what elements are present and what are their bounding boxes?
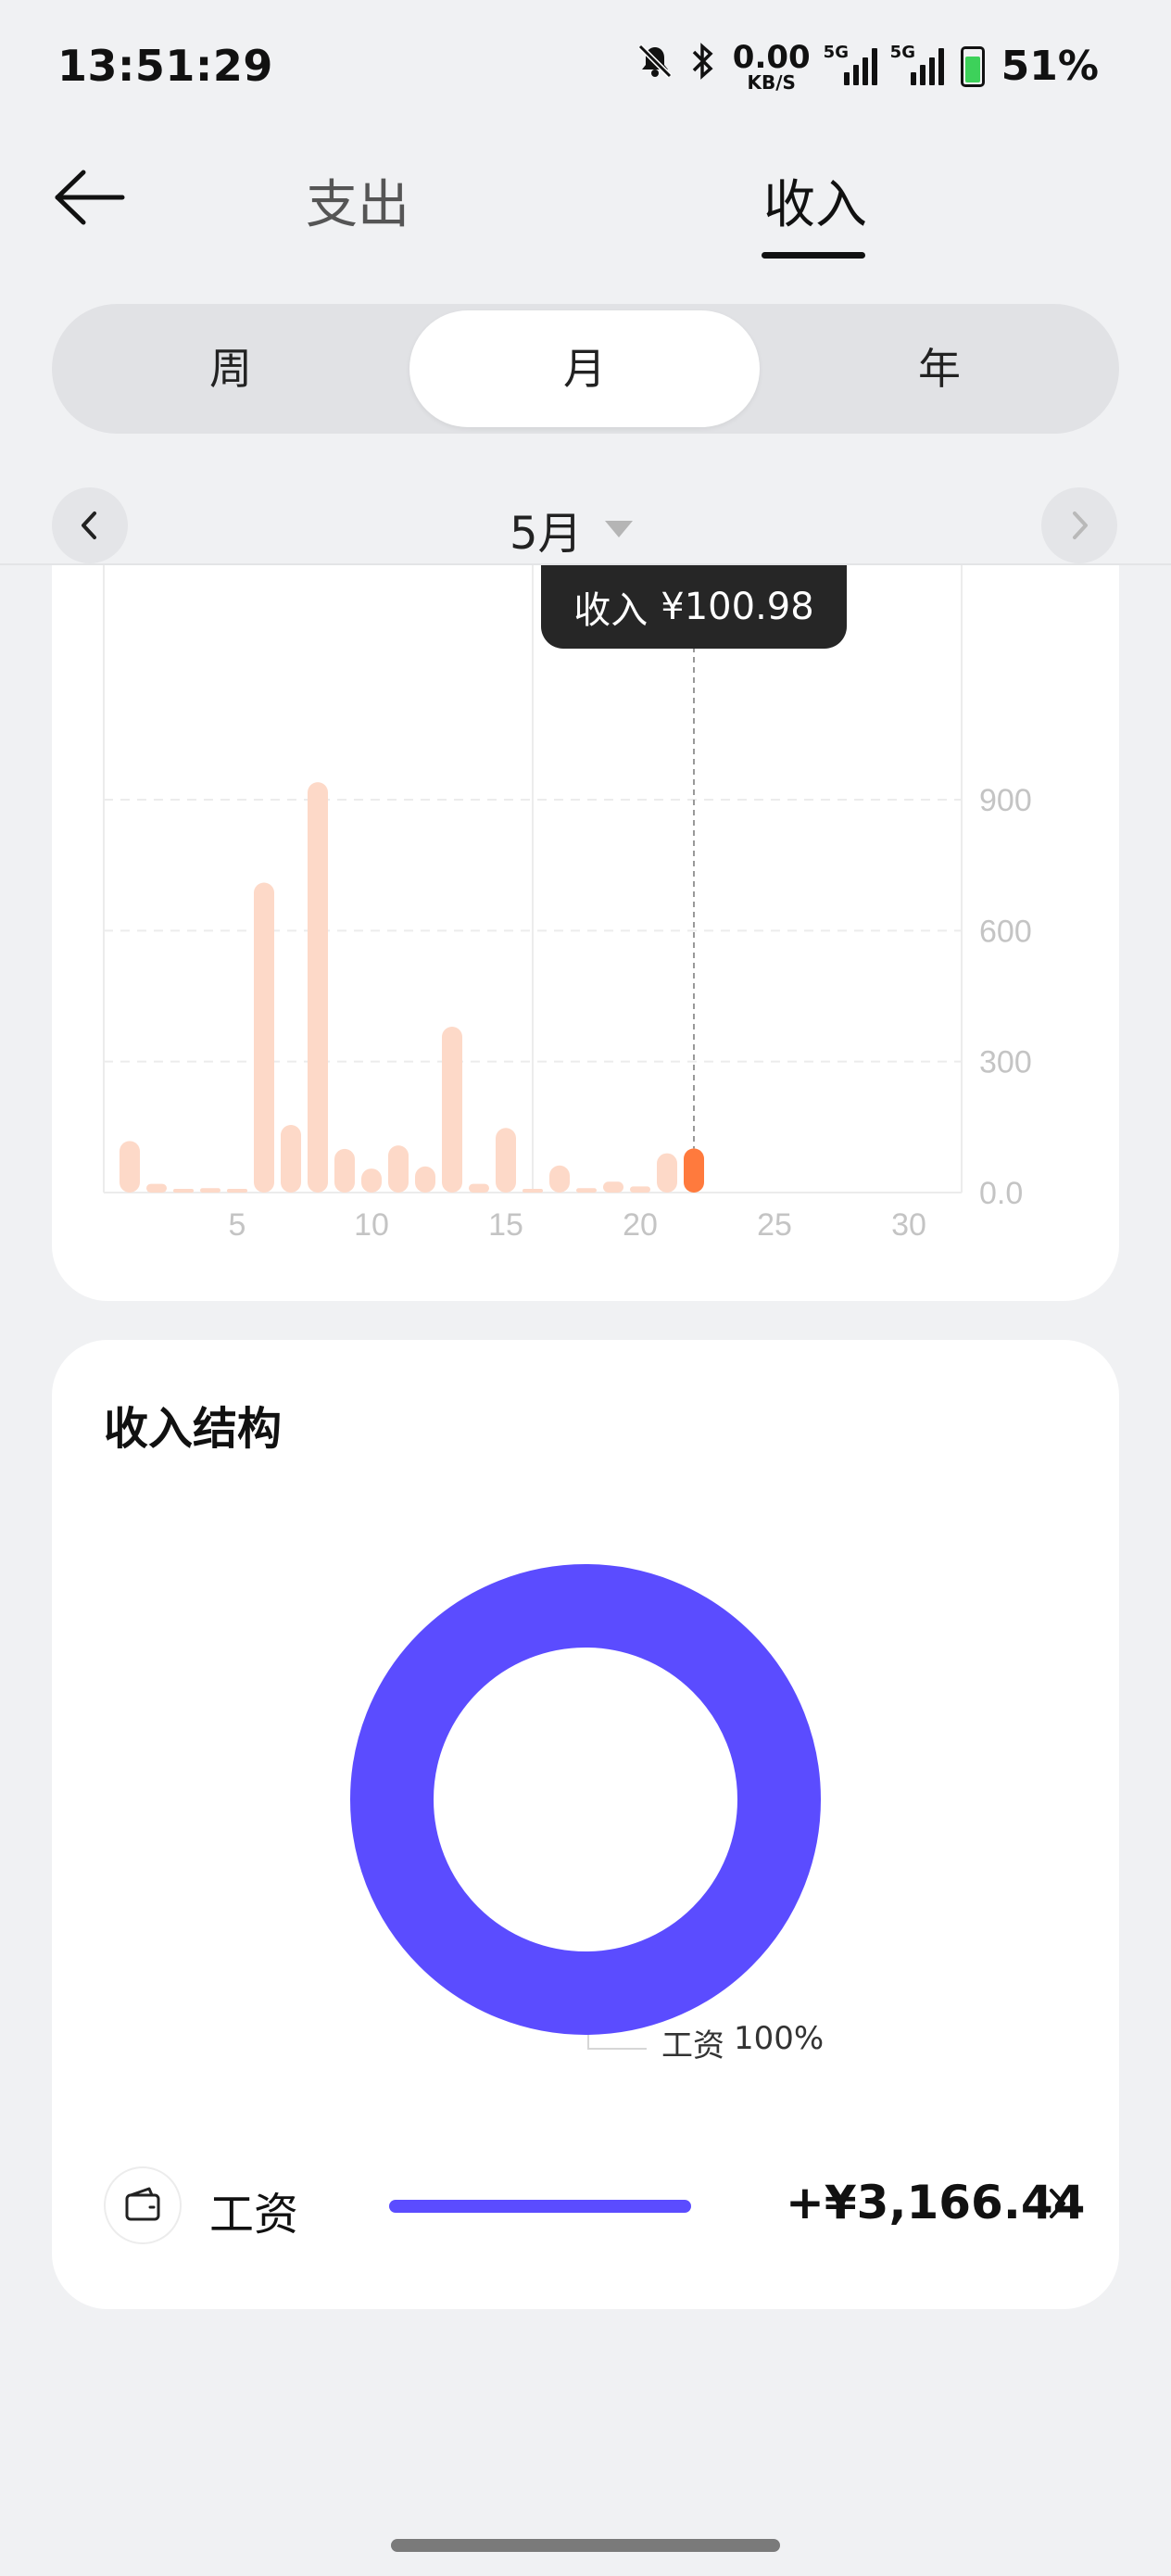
signal-label: 5G: [823, 42, 849, 62]
bar[interactable]: [227, 1189, 247, 1193]
bar[interactable]: [415, 1166, 435, 1193]
tab-expense[interactable]: 支出: [306, 163, 409, 238]
tooltip-value: ¥100.98: [661, 586, 814, 628]
bar[interactable]: [442, 1026, 462, 1193]
caret-down-icon: [604, 521, 633, 537]
bar[interactable]: [308, 782, 328, 1193]
segment-month[interactable]: 月: [409, 304, 760, 434]
prev-month-button[interactable]: [52, 487, 128, 563]
active-tab-indicator: [762, 252, 865, 259]
category-name[interactable]: 工资: [209, 2178, 298, 2242]
category-amount[interactable]: +¥3,166.44: [786, 2176, 1085, 2229]
x-tick-label: 20: [623, 1207, 658, 1243]
legend-leader-line: [587, 2048, 647, 2050]
bar[interactable]: [281, 1124, 301, 1193]
bar[interactable]: [576, 1188, 597, 1193]
month-label: 5月: [510, 508, 583, 560]
y-tick-label: 600: [979, 914, 1032, 949]
bar[interactable]: [469, 1183, 489, 1193]
bar[interactable]: [120, 1141, 140, 1193]
bar[interactable]: [361, 1168, 382, 1193]
bar[interactable]: [334, 1148, 355, 1193]
chart-tooltip: 收入 ¥100.98: [541, 565, 847, 649]
tab-income[interactable]: 收入: [763, 163, 867, 238]
next-month-button[interactable]: [1041, 487, 1117, 563]
donut-legend: 工资 100%: [661, 2020, 824, 2065]
month-dropdown[interactable]: 5月: [510, 497, 633, 562]
battery-percent: 51%: [1001, 43, 1099, 90]
y-tick-label: 900: [979, 783, 1032, 818]
signal-icon: 5G: [824, 43, 877, 85]
y-tick-label: 0.0: [979, 1176, 1023, 1211]
bar[interactable]: [146, 1183, 167, 1193]
signal-label: 5G: [889, 42, 915, 62]
segment-week[interactable]: 周: [52, 304, 409, 434]
x-tick-label: 25: [757, 1207, 792, 1243]
segment-year[interactable]: 年: [760, 304, 1119, 434]
y-tick-label: 300: [979, 1045, 1032, 1080]
daily-income-bar-chart[interactable]: 0.0 300 600 900 5 10 15 20 25 30: [0, 565, 1171, 1297]
x-tick-label: 15: [488, 1207, 523, 1243]
net-speed: 0.00 KB/S: [733, 42, 811, 92]
legend-name: 工资: [661, 2027, 724, 2065]
bar-selected[interactable]: [684, 1148, 704, 1193]
back-button[interactable]: [52, 165, 135, 230]
bar[interactable]: [173, 1189, 194, 1193]
structure-title: 收入结构: [104, 1403, 283, 1455]
status-time: 13:51:29: [57, 41, 273, 91]
legend-percent: 100%: [734, 2020, 825, 2057]
home-indicator: [391, 2539, 780, 2552]
bar[interactable]: [200, 1188, 220, 1193]
period-segment: 周 月 年: [52, 304, 1119, 434]
category-share-bar: [389, 2200, 691, 2213]
bar[interactable]: [496, 1128, 516, 1193]
signal-icon: 5G: [890, 43, 944, 85]
donut-slice-salary[interactable]: [350, 1564, 821, 2035]
income-donut-chart[interactable]: [348, 1562, 823, 2037]
net-speed-value: 0.00: [732, 38, 811, 76]
bar[interactable]: [523, 1189, 543, 1193]
x-tick-label: 30: [891, 1207, 926, 1243]
net-speed-unit: KB/S: [747, 70, 796, 94]
x-tick-label: 5: [229, 1207, 246, 1243]
bluetooth-icon: [690, 41, 716, 92]
status-icons: 0.00 KB/S 5G 5G 51%: [636, 41, 1099, 92]
bar[interactable]: [549, 1165, 570, 1193]
tooltip-label: 收入: [573, 589, 648, 632]
arrow-left-icon: [55, 170, 125, 225]
chevron-right-icon: [1073, 511, 1088, 539]
bar[interactable]: [630, 1186, 650, 1193]
bar[interactable]: [603, 1181, 623, 1193]
chevron-left-icon: [82, 511, 96, 539]
bar[interactable]: [388, 1145, 409, 1193]
wallet-icon: [104, 2166, 182, 2244]
bar[interactable]: [254, 882, 274, 1193]
x-tick-label: 10: [354, 1207, 389, 1243]
category-detail-button[interactable]: [1043, 2185, 1071, 2226]
bar[interactable]: [657, 1153, 677, 1193]
battery-charging-icon: [960, 45, 985, 87]
mute-bell-icon: [636, 43, 674, 90]
chevron-right-icon: [1050, 2189, 1065, 2218]
